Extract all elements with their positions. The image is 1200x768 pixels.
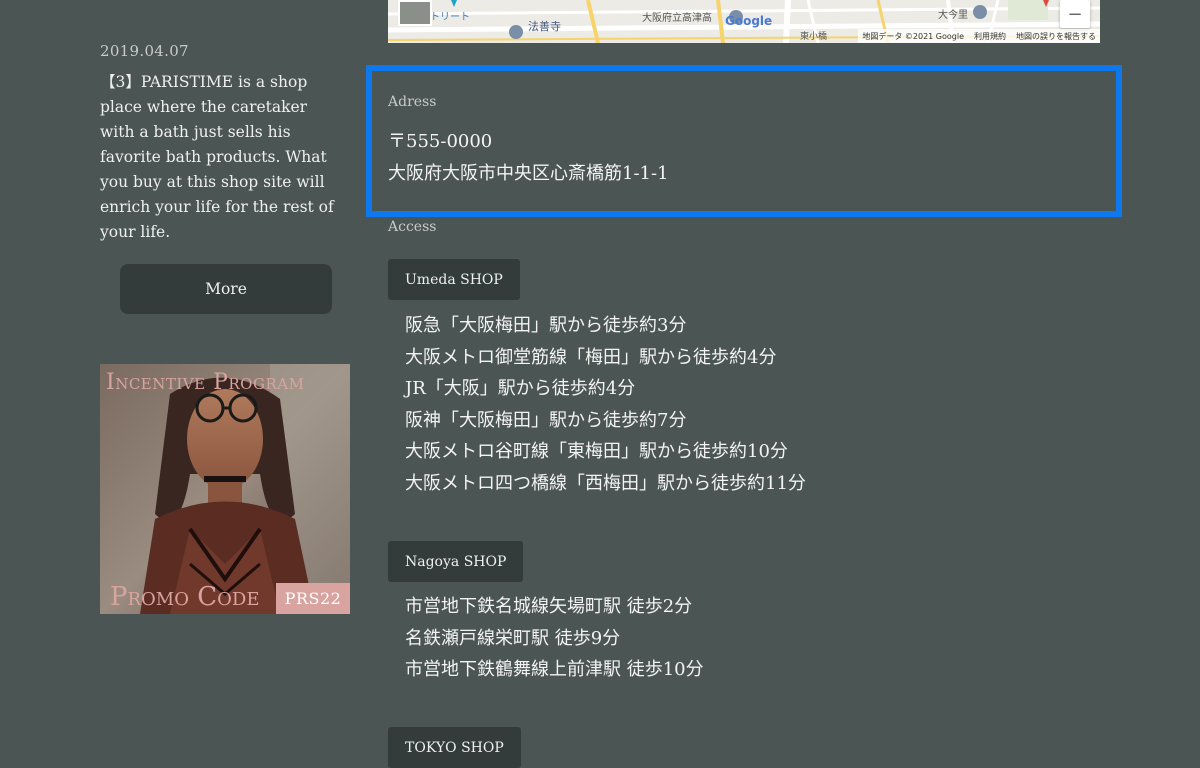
news-text: 【3】PARISTIME is a shop place where the c… <box>100 73 334 241</box>
shop-badge-tokyo: TOKYO SHOP <box>388 727 521 768</box>
street-address: 大阪府大阪市中央区心斎橋筋1-1-1 <box>388 163 669 184</box>
route-item: 市営地下鉄鶴舞線上前津駅 徒歩10分 <box>405 659 704 681</box>
route-item: JR「大阪」駅から徒歩約4分 <box>405 378 636 400</box>
promo-code: PRS22 <box>276 583 350 614</box>
map-label-higashikobashi: 東小橋 <box>800 32 828 42</box>
shop-badge-nagoya: Nagoya SHOP <box>388 541 524 582</box>
map-report-link[interactable]: 地図の誤りを報告する <box>1016 31 1096 42</box>
news-date: 2019.04.07 <box>100 42 189 60</box>
zoom-out-button[interactable]: − <box>1060 0 1090 28</box>
promo-title: Incentive Program <box>106 370 305 395</box>
map-label-takatsu: 大阪府立高津高 <box>642 13 712 24</box>
promo-banner[interactable]: Incentive Program Promo Code PRS22 <box>100 364 350 614</box>
address-label: Adress <box>388 94 437 110</box>
route-item: 大阪メトロ御堂筋線「梅田」駅から徒歩約4分 <box>405 346 777 368</box>
route-item: 大阪メトロ四つ橋線「西梅田」駅から徒歩約11分 <box>405 472 806 494</box>
map-footer: 地図データ ©2021 Google 利用規約 地図の誤りを報告する <box>858 29 1100 43</box>
promo-code-label: Promo Code <box>110 582 260 612</box>
route-list-umeda: 阪急「大阪梅田」駅から徒歩約3分 大阪メトロ御堂筋線「梅田」駅から徒歩約4分 J… <box>405 310 806 500</box>
promo-photo <box>100 364 350 614</box>
access-label: Access <box>388 219 437 235</box>
route-list-nagoya: 市営地下鉄名城線矢場町駅 徒歩2分 名鉄瀬戸線栄町駅 徒歩9分 市営地下鉄鶴舞線… <box>405 591 704 686</box>
shop-badge-umeda: Umeda SHOP <box>388 259 520 300</box>
route-item: 大阪メトロ谷町線「東梅田」駅から徒歩約10分 <box>405 441 788 463</box>
route-item: 市営地下鉄名城線矢場町駅 徒歩2分 <box>405 596 693 617</box>
route-item: 阪神「大阪梅田」駅から徒歩約7分 <box>405 409 687 431</box>
google-logo: Google <box>725 14 773 28</box>
map-terms-link[interactable]: 利用規約 <box>974 31 1006 42</box>
map-label-imazato: 大今里 <box>938 10 968 21</box>
route-item: 阪急「大阪梅田」駅から徒歩約3分 <box>405 315 687 336</box>
more-button[interactable]: More <box>120 264 332 314</box>
shop-map[interactable]: トリート 法善寺 大阪府立高津高 Google 大今里 東小橋 − 地図データ … <box>388 0 1100 43</box>
map-label-hozenji: 法善寺 <box>528 20 561 33</box>
map-label-street: トリート <box>430 12 470 23</box>
postal-code: 〒555-0000 <box>388 131 493 152</box>
map-copyright: 地図データ ©2021 Google <box>862 31 964 41</box>
map-satellite-toggle[interactable] <box>398 0 432 26</box>
route-item: 名鉄瀬戸線栄町駅 徒歩9分 <box>405 627 621 649</box>
